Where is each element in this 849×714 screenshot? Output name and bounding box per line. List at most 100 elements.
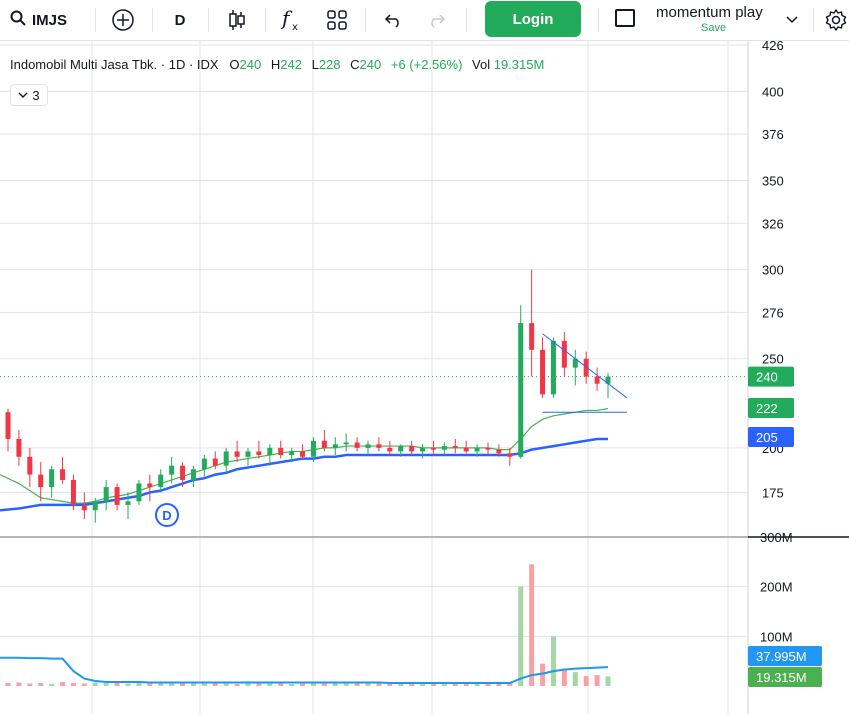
price-tick-label: 250 [762, 352, 784, 367]
candle-body [158, 474, 164, 488]
volume-bar [289, 684, 295, 686]
candles-icon[interactable] [222, 0, 252, 40]
volume-bar [70, 683, 76, 686]
candle-body [300, 451, 306, 457]
undo-icon[interactable] [378, 0, 408, 40]
candle-body [496, 449, 502, 454]
volume-bar [38, 683, 44, 686]
candle-body [452, 446, 458, 448]
candle-body [485, 447, 491, 450]
price-tick-label: 426 [762, 41, 784, 53]
candle-body [540, 349, 546, 395]
settings-icon[interactable] [822, 0, 849, 40]
volume-bar [158, 683, 164, 686]
svg-text:x: x [292, 22, 298, 32]
volume-bar [234, 684, 240, 686]
interval-button[interactable]: D [165, 0, 195, 40]
candle-body [223, 451, 229, 466]
candle-body [594, 376, 600, 384]
volume-bar [550, 636, 556, 686]
price-chart[interactable]: 426400376350326300276250200175300M200M10… [0, 41, 849, 714]
legend-close: 240 [359, 57, 382, 72]
volume-bar [212, 683, 218, 686]
candle-body [430, 447, 436, 450]
candle-body [5, 412, 11, 439]
candle-body [420, 447, 426, 452]
layout-name[interactable]: momentum play [656, 4, 763, 21]
symbol-label: IMJS [32, 11, 68, 29]
candle-body [518, 323, 524, 457]
candle-body [529, 323, 535, 350]
candle-body [398, 446, 404, 452]
volume-bar [16, 682, 22, 686]
volume-bar [561, 668, 567, 686]
volume-bar [441, 684, 447, 686]
candle-body [474, 447, 480, 452]
candle-body [267, 447, 273, 455]
volume-bar [114, 683, 120, 686]
candle-body [49, 469, 55, 488]
top-toolbar: IMJS D fx Login momentum play Save [0, 0, 849, 41]
layout-grid-icon[interactable] [322, 0, 352, 40]
price-tick-label: 376 [762, 127, 784, 142]
ma-slow-line [0, 437, 608, 512]
candle-body [561, 340, 567, 368]
volume-bar [605, 676, 611, 686]
indicator-count: 3 [32, 87, 40, 103]
volume-bar [125, 683, 131, 686]
candle-body [387, 447, 393, 452]
redo-icon[interactable] [422, 0, 452, 40]
candle-body [507, 453, 513, 457]
volume-tick-label: 100M [760, 629, 793, 644]
candle-body [234, 451, 240, 457]
candle-body [212, 458, 218, 466]
ma-slow-tag-label: 205 [756, 430, 778, 445]
price-tick-label: 326 [762, 216, 784, 231]
candle-body [169, 465, 175, 475]
indicators-icon[interactable]: fx [276, 0, 306, 40]
symbol-search-button[interactable]: IMJS [10, 0, 67, 40]
candle-body [60, 469, 66, 480]
indicators-collapse-button[interactable]: 3 [10, 84, 48, 106]
volume-bar [387, 684, 393, 686]
chevron-down-icon [18, 92, 28, 98]
legend-close-label: C [350, 57, 360, 72]
candle-body [190, 469, 196, 480]
volume-bar [60, 682, 66, 686]
legend-volume: 19.315M [493, 57, 545, 72]
add-symbol-icon[interactable] [108, 0, 138, 40]
legend-title: Indomobil Multi Jasa Tbk. · 1D · IDX [10, 57, 219, 72]
price-tick-label: 300 [762, 263, 784, 278]
volume-bar [594, 675, 600, 686]
chart-legend: Indomobil Multi Jasa Tbk. · 1D · IDX O24… [10, 57, 550, 72]
candle-body [92, 501, 98, 511]
legend-change: +6 (+2.56%) [390, 57, 463, 72]
volume-bar [267, 683, 273, 686]
candle-body [289, 451, 295, 455]
legend-low-label: L [311, 57, 319, 72]
candle-body [147, 483, 153, 488]
layout-checkbox-icon[interactable] [615, 9, 635, 27]
legend-open: 240 [239, 57, 262, 72]
candle-body [38, 474, 44, 488]
candle-body [550, 340, 556, 395]
chevron-down-icon[interactable] [782, 0, 802, 40]
volume-bar [529, 564, 535, 686]
candle-body [125, 501, 131, 505]
volume-bar [474, 684, 480, 686]
dividend-marker-label: D [162, 508, 171, 523]
candle-body [136, 483, 142, 502]
candle-body [343, 442, 349, 445]
volume-bar [92, 682, 98, 686]
legend-open-label: O [229, 57, 240, 72]
volume-bar [5, 683, 11, 686]
candle-body [409, 446, 415, 452]
volume-bar [365, 683, 371, 686]
ma-fast-tag-label: 222 [756, 401, 778, 416]
candle-body [180, 465, 186, 480]
candle-body [278, 447, 284, 455]
price-tick-label: 175 [762, 485, 784, 500]
layout-save-status[interactable]: Save [701, 22, 726, 34]
login-button[interactable]: Login [485, 1, 581, 37]
legend-high: 242 [280, 57, 302, 72]
